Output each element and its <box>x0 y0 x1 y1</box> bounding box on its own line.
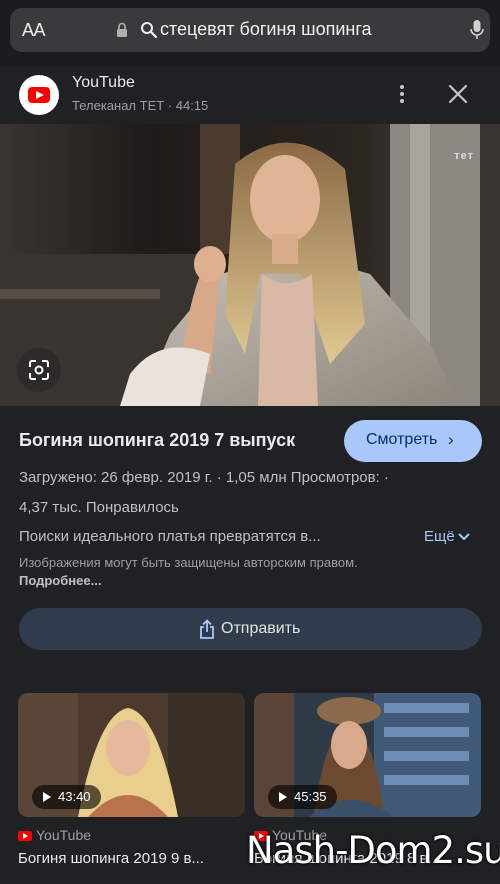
source-name[interactable]: YouTube <box>72 74 135 92</box>
copyright-notice: Изображения могут быть защищены авторски… <box>19 554 369 590</box>
related-thumbnail[interactable]: 45:35 <box>254 693 481 817</box>
channel-watermark: тет <box>454 150 474 162</box>
play-icon <box>279 792 287 802</box>
duration-label: 43:40 <box>58 789 91 804</box>
channel-meta: Телеканал ТЕТ · 44:15 <box>72 98 209 113</box>
watch-button-label: Смотреть <box>366 431 438 448</box>
related-title[interactable]: Богиня шопинга 2019 9 в... <box>18 850 246 867</box>
related-thumbnail[interactable]: 43:40 <box>18 693 245 817</box>
text-size-button[interactable]: AA <box>22 20 46 41</box>
address-bar: AA стецевят богиня шопинга <box>0 0 500 66</box>
duration-label: 45:35 <box>294 789 327 804</box>
youtube-logo-icon <box>19 75 59 115</box>
video-thumbnail[interactable]: тет <box>0 124 500 406</box>
upload-stats: Загружено: 26 февр. 2019 г. · 1,05 млн П… <box>19 469 389 486</box>
likes-stats: 4,37 тыс. Понравилось <box>19 499 179 516</box>
video-title[interactable]: Богиня шопинга 2019 7 выпуск <box>19 430 295 451</box>
play-icon <box>43 792 51 802</box>
more-options-icon[interactable] <box>393 82 411 108</box>
search-query[interactable]: стецевят богиня шопинга <box>160 19 372 40</box>
copyright-text: Изображения могут быть защищены авторски… <box>19 555 358 570</box>
lock-icon <box>117 22 127 37</box>
share-label: Отправить <box>221 620 301 637</box>
microphone-icon[interactable] <box>469 19 485 41</box>
address-field[interactable]: AA стецевят богиня шопинга <box>10 8 490 52</box>
share-icon <box>200 619 214 639</box>
thumbnail-image <box>0 124 500 406</box>
close-icon[interactable] <box>446 82 470 106</box>
related-source: YouTube <box>18 827 91 843</box>
lens-search-button[interactable] <box>17 348 61 392</box>
more-label: Ещё <box>424 528 455 545</box>
duration-badge: 45:35 <box>268 785 337 809</box>
lens-icon <box>29 360 49 380</box>
learn-more-link[interactable]: Подробнее... <box>19 573 101 588</box>
chevron-down-icon <box>457 533 470 541</box>
share-button[interactable]: Отправить <box>19 608 482 650</box>
chevron-right-icon: › <box>448 430 454 449</box>
more-button[interactable]: Ещё <box>424 528 470 545</box>
result-card: YouTube Телеканал ТЕТ · 44:15 тет Богиня… <box>0 66 500 660</box>
video-description: Поиски идеального платья превратятся в..… <box>19 528 321 545</box>
site-watermark: Nash-Dom2.su <box>246 829 500 872</box>
watch-button[interactable]: Смотреть › <box>344 420 482 462</box>
related-source-label: YouTube <box>36 827 92 843</box>
youtube-icon <box>18 831 32 841</box>
search-icon <box>141 22 158 39</box>
duration-badge: 43:40 <box>32 785 101 809</box>
